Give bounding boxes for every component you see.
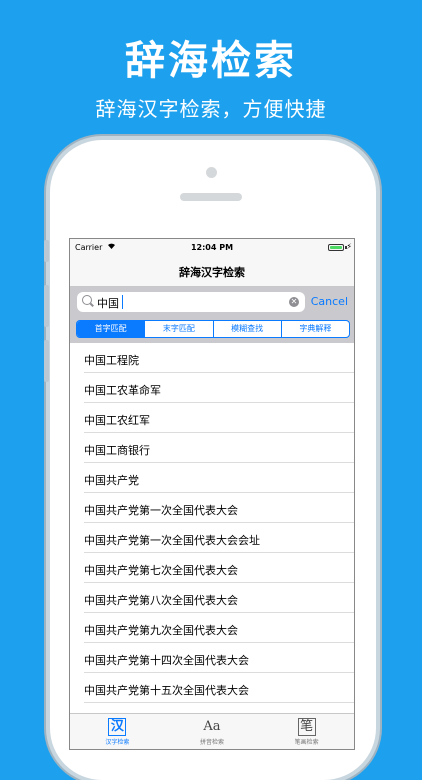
charging-icon: ⚡ — [346, 242, 352, 251]
phone-side-button — [44, 240, 49, 262]
search-area: 中国 ✕ Cancel 首字匹配 末字匹配 模糊查找 字典解释 — [70, 287, 354, 343]
list-item[interactable]: 中国共产党 — [84, 463, 354, 493]
pinyin-icon: Aa — [203, 719, 221, 734]
segment-dictionary[interactable]: 字典解释 — [280, 321, 349, 337]
search-value[interactable]: 中国 — [97, 295, 119, 311]
list-item[interactable]: 中国共产党第一次全国代表大会 — [84, 493, 354, 523]
status-bar: Carrier 12:04 PM ⚡ — [70, 239, 354, 257]
han-character-icon: 汉 — [108, 718, 127, 736]
battery-icon — [328, 244, 344, 251]
stroke-icon: 笔 — [297, 718, 316, 736]
promo-subtitle: 辞海汉字检索，方便快捷 — [95, 97, 327, 121]
search-mode-segmented-control: 首字匹配 末字匹配 模糊查找 字典解释 — [76, 320, 350, 338]
segment-fuzzy[interactable]: 模糊查找 — [212, 321, 281, 337]
list-item[interactable]: 中国工农革命军 — [84, 373, 354, 403]
tab-label: 汉字检索 — [105, 739, 130, 746]
app-screen: Carrier 12:04 PM ⚡ 辞海汉字检索 中国 ✕ Cancel 首字… — [69, 238, 355, 750]
list-item[interactable]: 中国工农红军 — [84, 403, 354, 433]
search-icon — [82, 295, 92, 305]
list-item[interactable]: 中国共产党第八次全国代表大会 — [84, 583, 354, 613]
tab-bar: 汉 汉字检索 Aa 拼音检索 笔 笔画检索 — [70, 713, 354, 749]
phone-camera — [206, 167, 217, 178]
list-item[interactable]: 中国工程院 — [84, 343, 354, 373]
tab-label: 拼音检索 — [200, 739, 225, 746]
tab-label: 笔画检索 — [294, 739, 319, 746]
status-time: 12:04 PM — [190, 243, 234, 252]
text-caret — [122, 295, 123, 309]
list-item[interactable]: 中国共产党第七次全国代表大会 — [84, 553, 354, 583]
list-item[interactable]: 中国共产党第十四次全国代表大会 — [84, 643, 354, 673]
list-item[interactable]: 中国共产党第十五次全国代表大会 — [84, 673, 354, 703]
phone-speaker — [180, 193, 242, 201]
phone-volume-down-button — [44, 340, 49, 382]
tab-pinyin-search[interactable]: Aa 拼音检索 — [165, 714, 260, 749]
tab-han-search[interactable]: 汉 汉字检索 — [70, 714, 165, 749]
phone-volume-up-button — [44, 285, 49, 327]
list-item[interactable]: 中国共产党第九次全国代表大会 — [84, 613, 354, 643]
tab-stroke-search[interactable]: 笔 笔画检索 — [259, 714, 354, 749]
search-input[interactable]: 中国 ✕ — [77, 292, 305, 312]
results-list: 中国工程院 中国工农革命军 中国工农红军 中国工商银行 中国共产党 中国共产党第… — [70, 343, 354, 713]
segment-last-char[interactable]: 末字匹配 — [144, 321, 212, 337]
list-item[interactable]: 中国工商银行 — [84, 433, 354, 463]
cancel-button[interactable]: Cancel — [311, 295, 348, 308]
promo-title: 辞海检索 — [125, 38, 297, 84]
list-item[interactable]: 中国共产党第一次全国代表大会会址 — [84, 523, 354, 553]
clear-icon[interactable]: ✕ — [289, 297, 299, 307]
segment-first-char[interactable]: 首字匹配 — [77, 321, 145, 337]
page-title: 辞海汉字检索 — [179, 266, 245, 279]
navigation-bar: 辞海汉字检索 — [70, 257, 354, 287]
